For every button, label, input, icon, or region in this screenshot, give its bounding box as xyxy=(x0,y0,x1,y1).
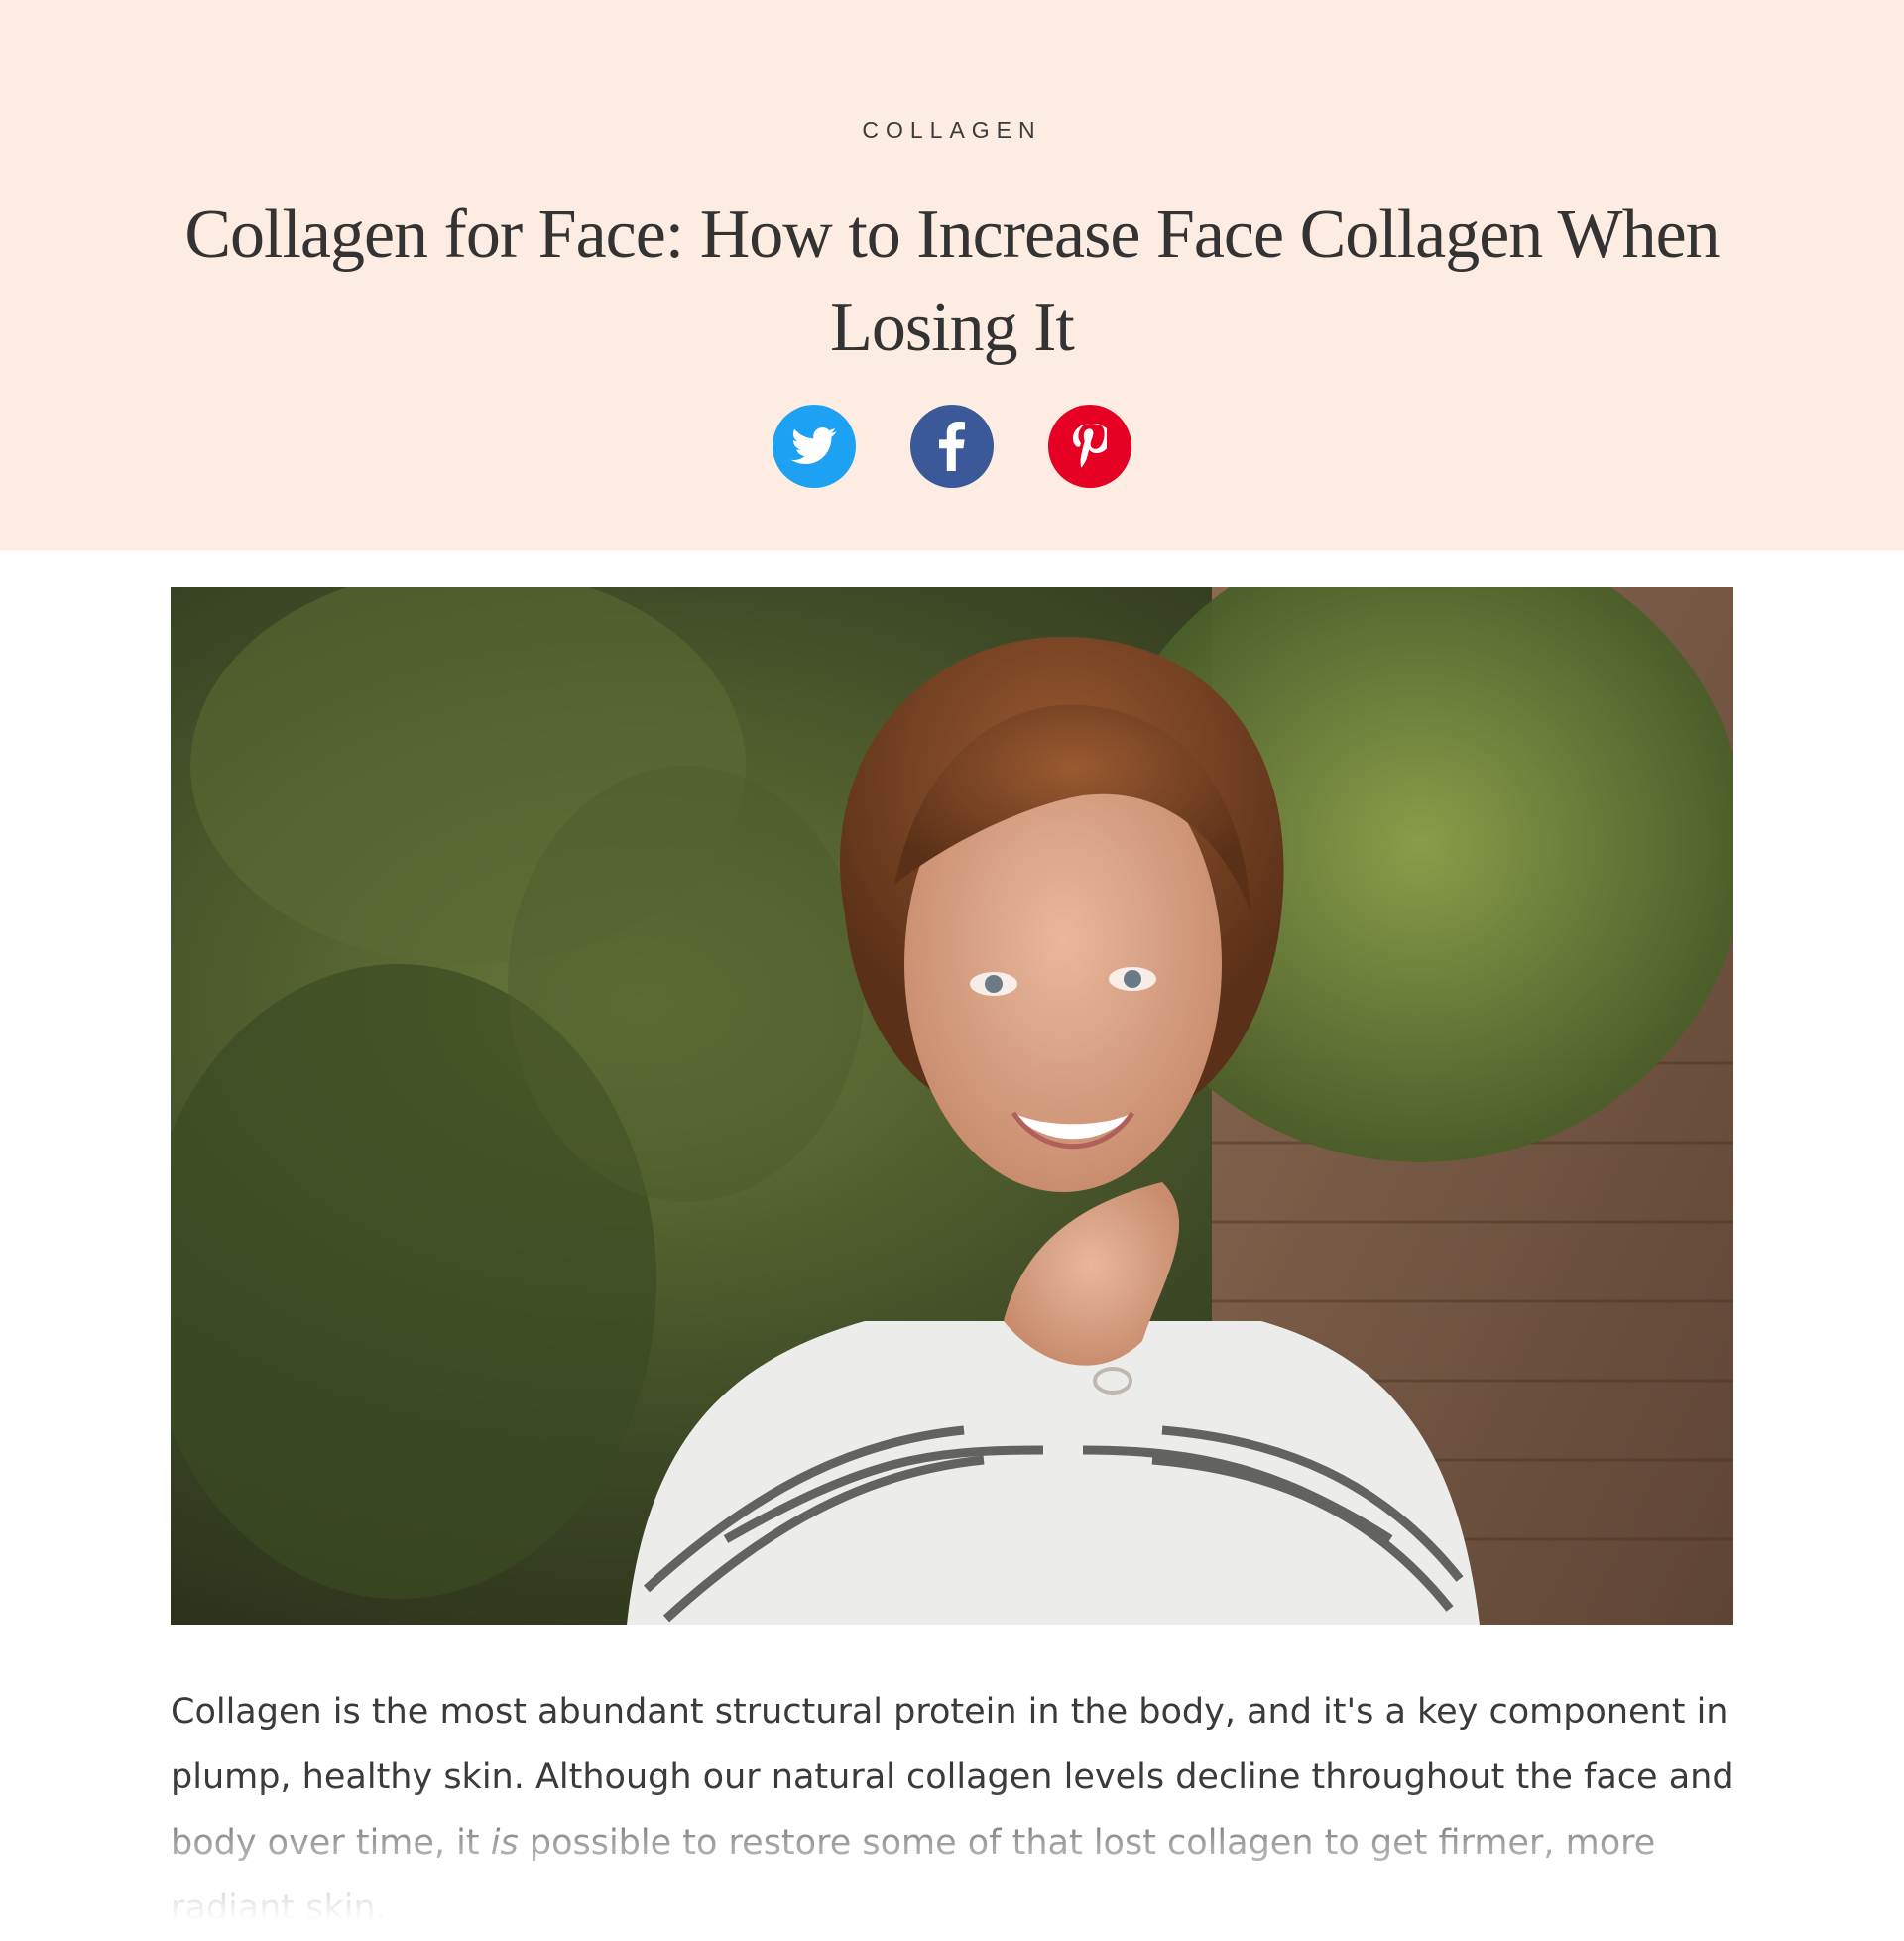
intro-emphasis: is xyxy=(490,1823,519,1863)
share-buttons xyxy=(0,405,1904,488)
article-title: Collagen for Face: How to Increase Face … xyxy=(184,196,1720,366)
twitter-share-button[interactable] xyxy=(773,405,856,488)
hero-photo xyxy=(171,587,1733,1625)
facebook-share-button[interactable] xyxy=(910,405,994,488)
article-intro: Collagen is the most abundant structural… xyxy=(171,1679,1737,1941)
pinterest-share-button[interactable] xyxy=(1048,405,1131,488)
twitter-icon xyxy=(791,426,837,466)
pinterest-icon xyxy=(1073,424,1107,469)
category-link[interactable]: COLLAGEN xyxy=(0,117,1904,144)
article-header: COLLAGEN Collagen for Face: How to Incre… xyxy=(0,0,1904,550)
facebook-icon xyxy=(939,422,965,471)
